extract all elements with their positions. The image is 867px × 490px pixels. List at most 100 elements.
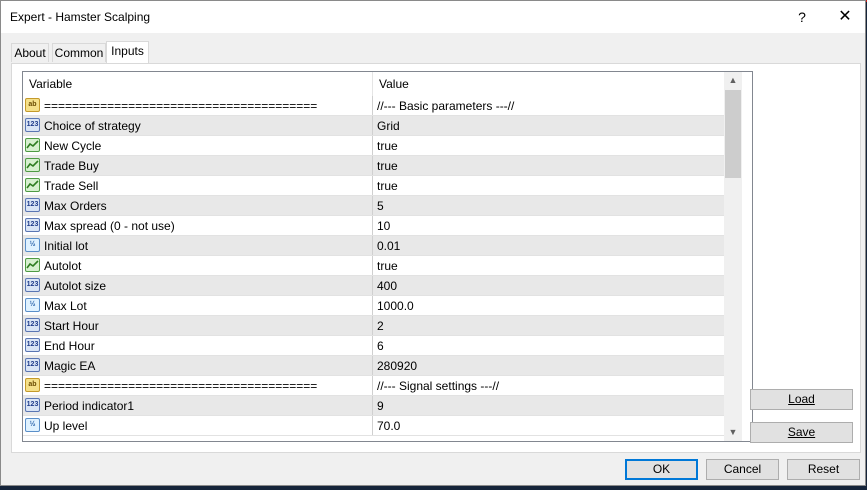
variable-value[interactable]: true bbox=[377, 256, 398, 276]
variable-name: Period indicator1 bbox=[44, 399, 135, 413]
table-row[interactable]: 123 Magic EA 280920 bbox=[23, 356, 724, 376]
tab-inputs[interactable]: Inputs bbox=[106, 41, 149, 64]
tab-about[interactable]: About bbox=[11, 43, 49, 62]
help-button[interactable]: ? bbox=[791, 7, 813, 27]
variable-name: Start Hour bbox=[44, 319, 99, 333]
cell-divider bbox=[372, 256, 373, 276]
table-row[interactable]: 123 Max spread (0 - not use) 10 bbox=[23, 216, 724, 236]
integer-type-icon: 123 bbox=[25, 338, 40, 352]
variable-value[interactable]: Grid bbox=[377, 116, 400, 136]
variable-value[interactable]: 9 bbox=[377, 396, 384, 416]
inputs-table: Variable Value ab =======================… bbox=[22, 71, 753, 442]
cell-divider bbox=[372, 376, 373, 396]
variable-name: Up level bbox=[44, 419, 88, 433]
table-row[interactable]: ½ Up level 70.0 bbox=[23, 416, 724, 436]
integer-type-icon: 123 bbox=[25, 118, 40, 132]
cell-divider bbox=[372, 396, 373, 416]
load-button-label: Load bbox=[788, 392, 815, 406]
reset-button[interactable]: Reset bbox=[787, 459, 860, 480]
save-button-label: Save bbox=[787, 425, 816, 439]
cell-divider bbox=[372, 96, 373, 116]
cell-divider bbox=[372, 276, 373, 296]
variable-value[interactable]: 6 bbox=[377, 336, 384, 356]
scroll-up-arrow-icon[interactable]: ▲ bbox=[724, 72, 742, 89]
variable-name: Initial lot bbox=[44, 239, 89, 253]
variable-value[interactable]: //--- Signal settings ---// bbox=[377, 376, 499, 396]
variable-name: Autolot bbox=[44, 259, 82, 273]
column-header-value[interactable]: Value bbox=[373, 72, 724, 96]
window-title: Expert - Hamster Scalping bbox=[10, 10, 151, 24]
cell-divider bbox=[372, 136, 373, 156]
variable-value[interactable]: 2 bbox=[377, 316, 384, 336]
table-header: Variable Value bbox=[23, 72, 724, 96]
bool-type-icon bbox=[25, 178, 40, 192]
string-type-icon: ab bbox=[25, 378, 40, 392]
cell-divider bbox=[372, 116, 373, 136]
scroll-thumb[interactable] bbox=[725, 90, 741, 178]
table-row[interactable]: 123 Period indicator1 9 bbox=[23, 396, 724, 416]
inputs-panel: Variable Value ab =======================… bbox=[11, 63, 861, 453]
cell-divider bbox=[372, 196, 373, 216]
variable-value[interactable]: //--- Basic parameters ---// bbox=[377, 96, 514, 116]
cell-divider bbox=[372, 316, 373, 336]
variable-name: Max Orders bbox=[44, 199, 107, 213]
close-button[interactable]: ✕ bbox=[833, 7, 857, 27]
tab-common[interactable]: Common bbox=[52, 43, 106, 62]
variable-value[interactable]: 280920 bbox=[377, 356, 417, 376]
variable-name: Autolot size bbox=[44, 279, 107, 293]
variable-name: Max Lot bbox=[44, 299, 87, 313]
variable-value[interactable]: 5 bbox=[377, 196, 384, 216]
cell-divider bbox=[372, 416, 373, 436]
variable-name: Max spread (0 - not use) bbox=[44, 219, 175, 233]
cell-divider bbox=[372, 296, 373, 316]
vertical-scrollbar[interactable]: ▲ ▼ bbox=[724, 72, 742, 441]
cancel-button[interactable]: Cancel bbox=[706, 459, 779, 480]
integer-type-icon: 123 bbox=[25, 398, 40, 412]
title-bar: Expert - Hamster Scalping ? ✕ bbox=[1, 1, 865, 33]
table-row[interactable]: ½ Initial lot 0.01 bbox=[23, 236, 724, 256]
ok-button[interactable]: OK bbox=[625, 459, 698, 480]
double-type-icon: ½ bbox=[25, 238, 40, 252]
table-row[interactable]: ½ Max Lot 1000.0 bbox=[23, 296, 724, 316]
expert-dialog: Expert - Hamster Scalping ? ✕ About Comm… bbox=[0, 0, 866, 486]
integer-type-icon: 123 bbox=[25, 278, 40, 292]
string-type-icon: ab bbox=[25, 98, 40, 112]
table-row[interactable]: ab ======================================… bbox=[23, 96, 724, 116]
table-row[interactable]: 123 Autolot size 400 bbox=[23, 276, 724, 296]
table-row[interactable]: ab ======================================… bbox=[23, 376, 724, 396]
variable-name: Magic EA bbox=[44, 359, 96, 373]
variable-value[interactable]: 10 bbox=[377, 216, 390, 236]
table-row[interactable]: 123 Start Hour 2 bbox=[23, 316, 724, 336]
cell-divider bbox=[372, 216, 373, 236]
cell-divider bbox=[372, 176, 373, 196]
scroll-down-arrow-icon[interactable]: ▼ bbox=[724, 424, 742, 441]
table-row[interactable]: New Cycle true bbox=[23, 136, 724, 156]
variable-value[interactable]: 0.01 bbox=[377, 236, 400, 256]
table-row[interactable]: Autolot true bbox=[23, 256, 724, 276]
row-divider bbox=[23, 435, 724, 436]
variable-value[interactable]: 1000.0 bbox=[377, 296, 414, 316]
variable-value[interactable]: 70.0 bbox=[377, 416, 400, 436]
integer-type-icon: 123 bbox=[25, 198, 40, 212]
save-button[interactable]: Save bbox=[750, 422, 853, 443]
integer-type-icon: 123 bbox=[25, 318, 40, 332]
variable-value[interactable]: true bbox=[377, 176, 398, 196]
variable-name: Choice of strategy bbox=[44, 119, 141, 133]
variable-value[interactable]: 400 bbox=[377, 276, 397, 296]
cell-divider bbox=[372, 236, 373, 256]
variable-name: Trade Sell bbox=[44, 179, 99, 193]
integer-type-icon: 123 bbox=[25, 218, 40, 232]
load-button[interactable]: Load bbox=[750, 389, 853, 410]
variable-name: Trade Buy bbox=[44, 159, 99, 173]
variable-value[interactable]: true bbox=[377, 136, 398, 156]
cell-divider bbox=[372, 356, 373, 376]
table-row[interactable]: 123 Max Orders 5 bbox=[23, 196, 724, 216]
table-row[interactable]: Trade Buy true bbox=[23, 156, 724, 176]
variable-name: New Cycle bbox=[44, 139, 102, 153]
column-header-variable[interactable]: Variable bbox=[23, 72, 372, 96]
variable-value[interactable]: true bbox=[377, 156, 398, 176]
variable-name: ======================================= bbox=[44, 379, 318, 393]
table-row[interactable]: 123 End Hour 6 bbox=[23, 336, 724, 356]
table-row[interactable]: Trade Sell true bbox=[23, 176, 724, 196]
table-row[interactable]: 123 Choice of strategy Grid bbox=[23, 116, 724, 136]
